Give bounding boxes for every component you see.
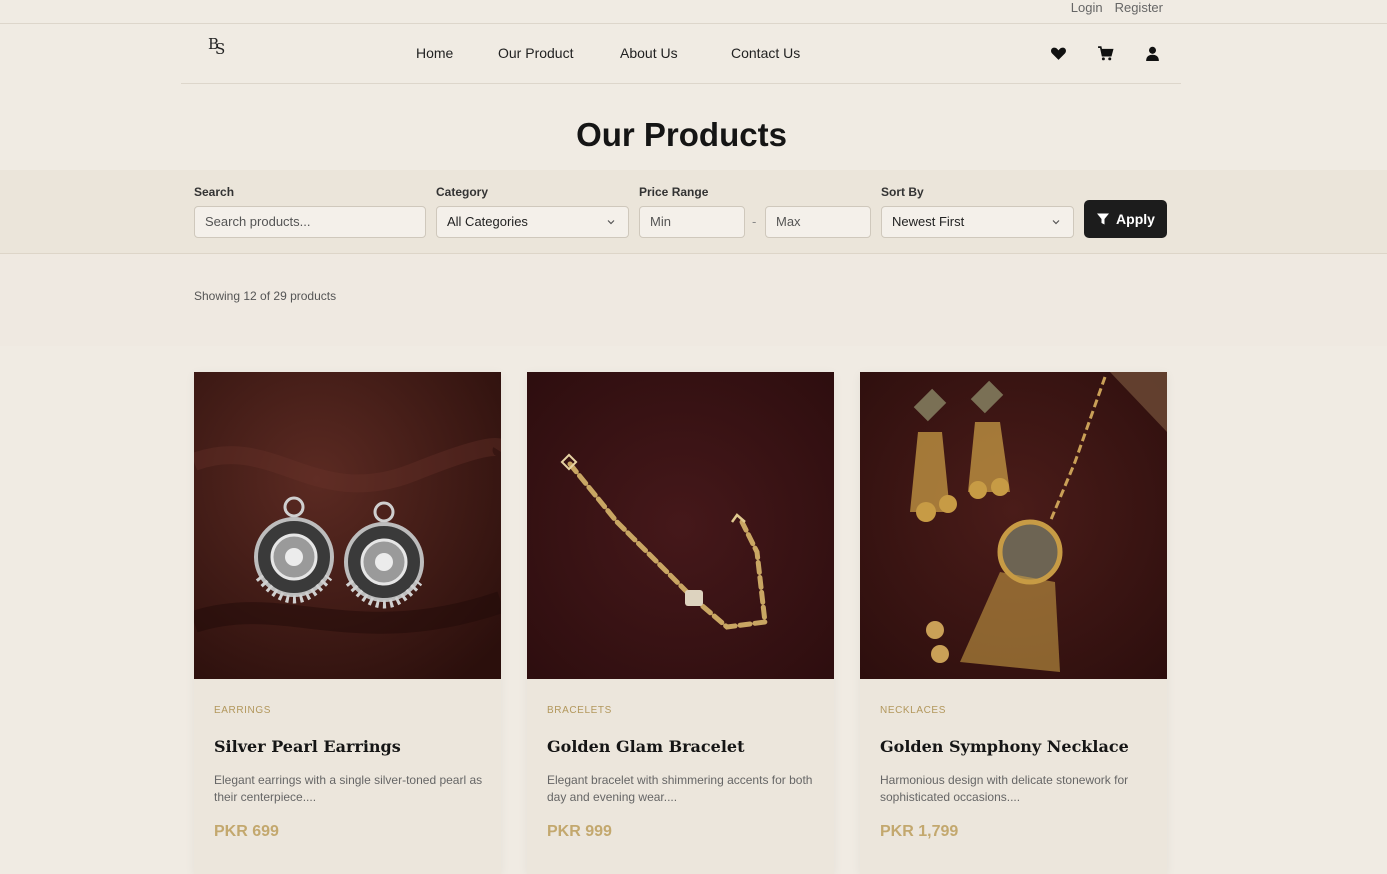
product-card[interactable]: EARRINGS Silver Pearl Earrings Elegant e… [194, 372, 501, 874]
product-card[interactable]: NECKLACES Golden Symphony Necklace Harmo… [860, 372, 1167, 874]
product-name[interactable]: Golden Symphony Necklace [880, 737, 1129, 756]
product-description: Elegant bracelet with shimmering accents… [547, 773, 813, 804]
product-description: Elegant earrings with a single silver-to… [214, 773, 483, 804]
price-range-separator: - [752, 214, 757, 229]
product-image-necklace[interactable] [860, 372, 1167, 679]
price-range-label: Price Range [639, 185, 709, 199]
search-input[interactable]: Search products... [194, 206, 426, 238]
chevron-down-icon [1052, 220, 1060, 225]
sort-select[interactable]: Newest First [881, 206, 1074, 238]
nav-home[interactable]: Home [416, 45, 453, 61]
product-price: PKR 1,799 [880, 823, 959, 840]
login-link[interactable]: Login [1071, 0, 1103, 16]
search-label: Search [194, 185, 235, 199]
product-category: EARRINGS [214, 705, 272, 716]
product-card[interactable]: BRACELETS Golden Glam Bracelet Elegant b… [527, 372, 834, 874]
product-image-bracelet[interactable] [527, 372, 834, 679]
price-max-group: Max [765, 185, 871, 238]
apply-button[interactable]: Apply [1084, 200, 1167, 238]
nav-links: Home Our Product About Us Contact Us [181, 45, 1181, 63]
price-min-input[interactable]: Min [639, 206, 745, 238]
category-select-value: All Categories [447, 214, 528, 229]
search-group: Search Search products... [194, 185, 426, 238]
product-description: Harmonious design with delicate stonewor… [880, 773, 1129, 804]
category-group: Category All Categories [436, 185, 629, 238]
product-category: BRACELETS [547, 705, 612, 716]
product-name[interactable]: Silver Pearl Earrings [214, 737, 401, 756]
price-min-group: Price Range Min [639, 185, 745, 238]
nav-our-product[interactable]: Our Product [498, 45, 573, 61]
nav-icons [1050, 45, 1161, 62]
register-link[interactable]: Register [1115, 0, 1163, 16]
nav-about-us[interactable]: About Us [620, 45, 678, 61]
sort-label: Sort By [881, 185, 924, 199]
product-price: PKR 999 [547, 823, 612, 840]
filter-icon [1097, 213, 1110, 225]
product-category: NECKLACES [880, 705, 946, 716]
sort-group: Sort By Newest First [881, 185, 1074, 238]
results-count: Showing 12 of 29 products [194, 289, 337, 303]
top-bar: Login Register [0, 0, 1387, 24]
main-navbar: B S Home Our Product About Us Contact Us [181, 24, 1181, 84]
sort-select-value: Newest First [892, 214, 965, 229]
product-price: PKR 699 [214, 823, 279, 840]
category-label: Category [436, 185, 489, 199]
price-max-spacer [765, 185, 871, 199]
product-image-earrings[interactable] [194, 372, 501, 679]
cart-icon[interactable] [1097, 45, 1114, 62]
filter-bar: Search Search products... Category All C… [0, 170, 1387, 254]
product-name[interactable]: Golden Glam Bracelet [547, 737, 744, 756]
apply-button-label: Apply [1116, 211, 1155, 227]
page-title: Our Products [576, 116, 787, 153]
auth-links: Login Register [1071, 0, 1163, 16]
heart-icon[interactable] [1050, 45, 1067, 62]
category-select[interactable]: All Categories [436, 206, 629, 238]
user-icon[interactable] [1144, 45, 1161, 62]
chevron-down-icon [607, 220, 615, 225]
price-max-input[interactable]: Max [765, 206, 871, 238]
nav-contact-us[interactable]: Contact Us [731, 45, 800, 61]
